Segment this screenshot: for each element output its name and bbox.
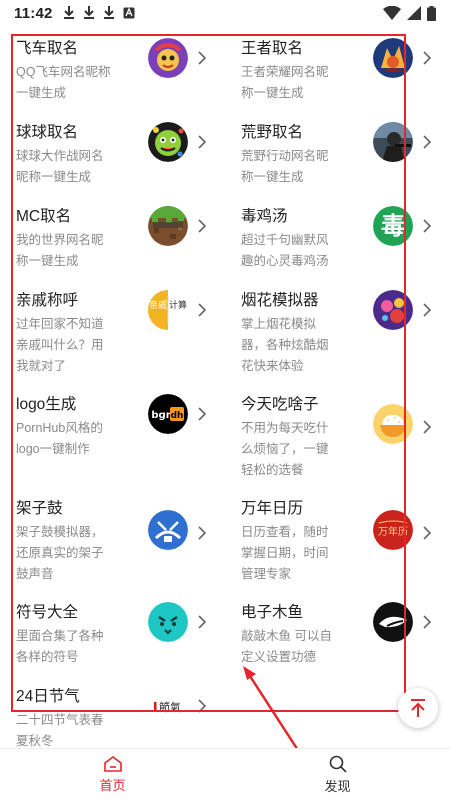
drum-kit-icon — [148, 510, 188, 550]
chevron-right-icon — [423, 526, 432, 540]
download-icon — [103, 6, 114, 19]
status-time: 11:42 — [14, 4, 53, 22]
tool-desc: 架子鼓模拟器，还原真实的架子鼓声音 — [16, 525, 104, 581]
tool-desc: 过年回家不知道亲戚叫什么？用我就对了 — [16, 317, 104, 373]
arrow-up-icon — [411, 699, 425, 717]
battery-icon — [427, 5, 436, 21]
tool-name: logo生成 — [16, 396, 77, 413]
tool-desc: QQ飞车网名昵称一键生成 — [16, 65, 111, 100]
qq-speed-icon — [148, 38, 188, 78]
chevron-right-icon — [198, 51, 207, 65]
chevron-right-icon — [423, 420, 432, 434]
wooden-fish-icon — [373, 602, 413, 642]
wifi-icon — [383, 6, 401, 20]
tool-name: 飞车取名 — [16, 40, 79, 57]
chevron-right-icon — [198, 303, 207, 317]
chevron-right-icon — [423, 51, 432, 65]
symbol-face-icon — [148, 602, 188, 642]
tool-desc: 我的世界网名昵称一键生成 — [16, 233, 104, 268]
tool-item-what-to-eat[interactable]: 今天吃啥子 不用为每天吃什么烦恼了，一键轻松的选餐 — [241, 384, 450, 484]
tab-discover-label: 发现 — [324, 779, 351, 794]
tool-item-logo-maker[interactable]: logo生成 PornHub风格的logo一键制作 bgr dh — [16, 384, 231, 484]
tool-name: 符号大全 — [16, 604, 79, 621]
chevron-right-icon — [423, 219, 432, 233]
tool-name: 万年日历 — [241, 500, 304, 517]
knives-out-icon — [373, 122, 413, 162]
tool-desc: 日历查看，随时掌握日期，时间管理专家 — [241, 525, 329, 581]
tool-name: 烟花模拟器 — [241, 292, 319, 309]
back-to-top-button[interactable] — [398, 688, 438, 728]
tool-item-wooden-fish[interactable]: 电子木鱼 敲敲木鱼 可以自定义设置功德 — [241, 592, 450, 692]
svg-text:万年历: 万年历 — [378, 525, 408, 538]
notification-icons — [63, 6, 135, 20]
rice-bowl-icon — [373, 404, 413, 444]
honor-of-kings-icon — [373, 38, 413, 78]
tool-desc: 荒野行动网名昵称一键生成 — [241, 149, 329, 184]
tool-desc: 二十四节气表春夏秋冬 — [16, 713, 104, 748]
tab-home[interactable]: 首页 — [0, 749, 225, 800]
download-icon — [63, 6, 74, 19]
tool-item-fireworks[interactable]: 烟花模拟器 掌上烟花模拟器，各种炫酷烟花快来体验 — [241, 280, 450, 380]
tab-home-label: 首页 — [99, 778, 126, 793]
poison-soup-icon: 毒 — [373, 206, 413, 246]
svg-text:bgr: bgr — [151, 410, 170, 421]
tool-item-drum-kit[interactable]: 架子鼓 架子鼓模拟器，还原真实的架子鼓声音 — [16, 488, 231, 588]
tool-desc: PornHub风格的logo一键制作 — [16, 421, 103, 456]
tool-desc: 超过千句幽默风趣的心灵毒鸡汤 — [241, 233, 329, 268]
tool-desc: 不用为每天吃什么烦恼了，一键轻松的选餐 — [241, 421, 329, 477]
svg-text:亲戚: 亲戚 — [149, 299, 167, 311]
tool-name: 电子木鱼 — [241, 604, 304, 621]
chevron-right-icon — [198, 615, 207, 629]
tool-name: 毒鸡汤 — [241, 208, 288, 225]
chevron-right-icon — [423, 303, 432, 317]
tool-name: 亲戚称呼 — [16, 292, 79, 309]
tool-desc: 球球大作战网名昵称一键生成 — [16, 149, 104, 184]
chevron-right-icon — [198, 407, 207, 421]
chevron-right-icon — [198, 699, 207, 713]
tool-name: 王者取名 — [241, 40, 304, 57]
tool-name: 24日节气 — [16, 688, 80, 705]
chevron-right-icon — [198, 526, 207, 540]
status-right — [383, 5, 436, 21]
status-bar: 11:42 — [0, 0, 450, 26]
relative-calc-icon: 亲戚 计算 — [148, 290, 188, 330]
tool-item-calendar[interactable]: 万年日历 日历查看，随时掌握日期，时间管理专家 万年历 — [241, 488, 450, 588]
tool-name: 荒野取名 — [241, 124, 304, 141]
solar-terms-icon: 節氣 — [148, 686, 188, 726]
tool-name: MC取名 — [16, 208, 72, 225]
home-icon — [103, 756, 122, 772]
tool-desc: 敲敲木鱼 可以自定义设置功德 — [241, 629, 332, 664]
logo-maker-icon: bgr dh — [148, 394, 188, 434]
svg-text:dh: dh — [171, 411, 184, 421]
tool-desc: 里面合集了各种各样的符号 — [16, 629, 104, 664]
app-screen: 11:42 飞车取名 QQ飞车网名昵称一键生成 王者取名 王者荣耀网名昵称一键生… — [0, 0, 450, 800]
tool-desc: 掌上烟花模拟器，各种炫酷烟花快来体验 — [241, 317, 329, 373]
app-notification-icon — [123, 7, 135, 19]
chevron-right-icon — [198, 135, 207, 149]
tool-name: 球球取名 — [16, 124, 79, 141]
tool-desc: 王者荣耀网名昵称一键生成 — [241, 65, 329, 100]
bottom-nav: 首页 发现 — [0, 748, 450, 800]
fireworks-icon — [373, 290, 413, 330]
chevron-right-icon — [198, 219, 207, 233]
svg-text:计算: 计算 — [169, 299, 187, 311]
chevron-right-icon — [423, 135, 432, 149]
tool-name: 架子鼓 — [16, 500, 63, 517]
tab-discover[interactable]: 发现 — [225, 749, 450, 800]
download-icon — [83, 6, 94, 19]
minecraft-icon — [148, 206, 188, 246]
svg-text:節氣: 節氣 — [159, 700, 181, 714]
tool-item-relative-calc[interactable]: 亲戚称呼 过年回家不知道亲戚叫什么？用我就对了 亲戚 计算 — [16, 280, 231, 380]
tool-name: 今天吃啥子 — [241, 396, 319, 413]
signal-icon — [407, 6, 421, 20]
svg-text:毒: 毒 — [381, 212, 405, 240]
ball-battle-icon — [148, 122, 188, 162]
chevron-right-icon — [423, 615, 432, 629]
search-icon — [329, 755, 347, 773]
calendar-icon: 万年历 — [373, 510, 413, 550]
